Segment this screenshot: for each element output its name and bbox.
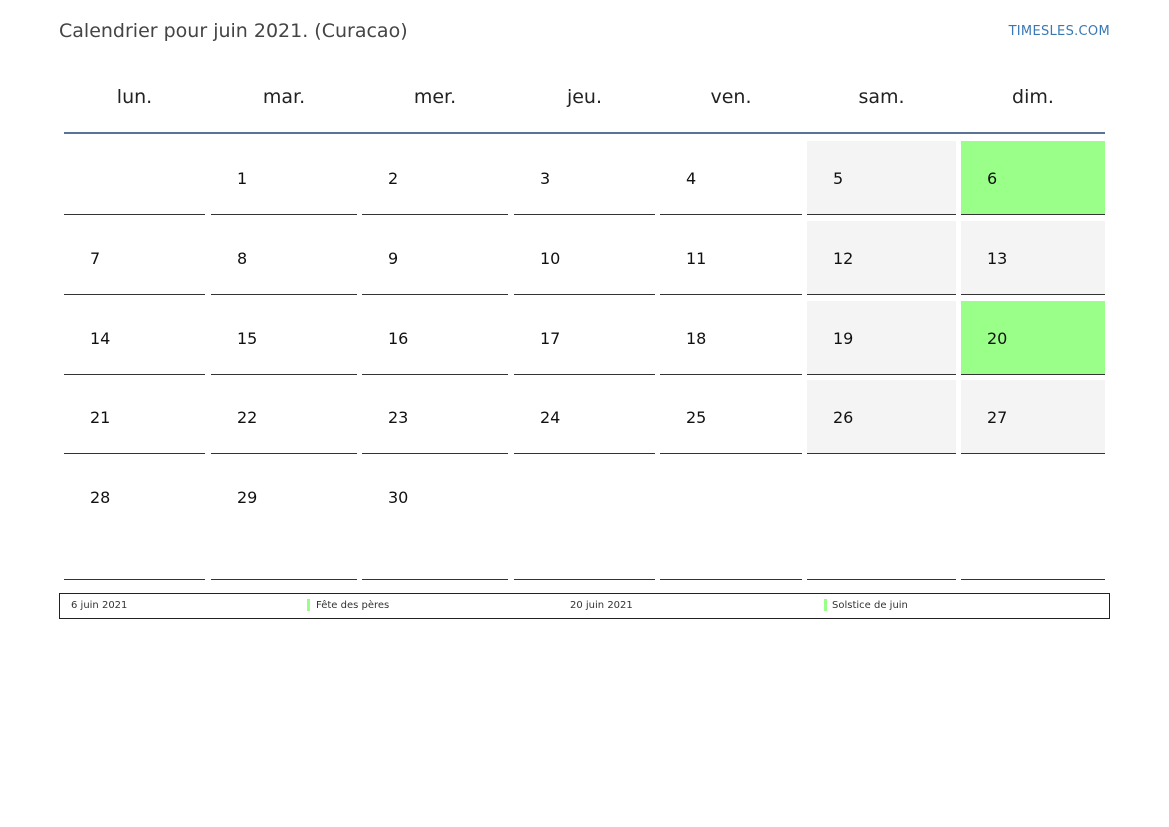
day-cell[interactable]: 30 — [362, 460, 508, 580]
day-number: 10 — [540, 249, 561, 268]
weekday-label: dim. — [1012, 86, 1054, 108]
day-cell[interactable]: 16 — [362, 301, 508, 375]
day-number: 14 — [90, 329, 111, 348]
day-number: 17 — [540, 329, 561, 348]
day-cell[interactable]: 13 — [961, 221, 1105, 295]
day-cell[interactable]: 8 — [211, 221, 357, 295]
day-number: 25 — [686, 408, 707, 427]
day-number: 23 — [388, 408, 409, 427]
day-number: 26 — [833, 408, 854, 427]
weekday-header: lun. mar. mer. jeu. ven. sam. dim. — [64, 64, 1105, 134]
day-number: 15 — [237, 329, 258, 348]
weekday-label: lun. — [116, 86, 153, 108]
holiday-legend: 6 juin 2021 Fête des pères 20 juin 2021 Sol… — [59, 593, 1110, 619]
day-number: 11 — [686, 249, 707, 268]
legend-color-marker — [307, 599, 310, 611]
day-number: 21 — [90, 408, 111, 427]
legend-color-marker — [824, 599, 827, 611]
day-cell[interactable]: 25 — [660, 380, 802, 454]
day-cell[interactable]: 19 — [807, 301, 956, 375]
day-number: 5 — [833, 169, 844, 188]
day-number: 16 — [388, 329, 409, 348]
empty-day-cell — [514, 460, 655, 580]
day-cell[interactable]: 27 — [961, 380, 1105, 454]
day-number: 9 — [388, 249, 399, 268]
empty-day-cell — [807, 460, 956, 580]
day-cell[interactable]: 20 — [961, 301, 1105, 375]
day-number: 4 — [686, 169, 697, 188]
day-cell[interactable]: 10 — [514, 221, 655, 295]
day-number: 29 — [237, 488, 258, 507]
day-number: 27 — [987, 408, 1008, 427]
day-cell[interactable]: 17 — [514, 301, 655, 375]
day-cell[interactable]: 29 — [211, 460, 357, 580]
day-number: 24 — [540, 408, 561, 427]
day-number: 6 — [987, 169, 998, 188]
day-number: 28 — [90, 488, 111, 507]
day-cell[interactable]: 24 — [514, 380, 655, 454]
day-number: 2 — [388, 169, 399, 188]
day-cell[interactable]: 7 — [64, 221, 205, 295]
empty-day-cell — [961, 460, 1105, 580]
day-cell[interactable]: 15 — [211, 301, 357, 375]
legend-holiday-name: Solstice de juin — [832, 600, 908, 611]
day-number: 12 — [833, 249, 854, 268]
page-title: Calendrier pour juin 2021. (Curacao) — [59, 20, 408, 42]
day-cell[interactable]: 21 — [64, 380, 205, 454]
day-number: 18 — [686, 329, 707, 348]
day-cell[interactable]: 3 — [514, 141, 655, 215]
day-cell[interactable]: 12 — [807, 221, 956, 295]
day-cell[interactable]: 23 — [362, 380, 508, 454]
legend-date: 20 juin 2021 — [570, 600, 633, 611]
day-number: 7 — [90, 249, 101, 268]
weekday-label: jeu. — [566, 86, 603, 108]
day-cell[interactable]: 11 — [660, 221, 802, 295]
legend-holiday-name: Fête des pères — [316, 600, 390, 611]
empty-day-cell — [64, 141, 205, 215]
day-cell[interactable]: 6 — [961, 141, 1105, 215]
day-number: 19 — [833, 329, 854, 348]
day-number: 30 — [388, 488, 409, 507]
day-cell[interactable]: 1 — [211, 141, 357, 215]
day-number: 1 — [237, 169, 248, 188]
weekday-label: ven. — [710, 86, 752, 108]
day-number: 20 — [987, 329, 1008, 348]
day-cell[interactable]: 18 — [660, 301, 802, 375]
weekday-label: mar. — [262, 86, 306, 108]
day-cell[interactable]: 28 — [64, 460, 205, 580]
day-cell[interactable]: 4 — [660, 141, 802, 215]
day-number: 8 — [237, 249, 248, 268]
weekday-label: sam. — [858, 86, 905, 108]
day-cell[interactable]: 26 — [807, 380, 956, 454]
day-cell[interactable]: 9 — [362, 221, 508, 295]
day-cell[interactable]: 22 — [211, 380, 357, 454]
day-cell[interactable]: 2 — [362, 141, 508, 215]
brand-link[interactable]: TIMESLES.COM — [1009, 24, 1110, 39]
day-number: 3 — [540, 169, 551, 188]
day-cell[interactable]: 5 — [807, 141, 956, 215]
empty-day-cell — [660, 460, 802, 580]
weekday-label: mer. — [413, 86, 457, 108]
day-number: 13 — [987, 249, 1008, 268]
legend-date: 6 juin 2021 — [71, 600, 128, 611]
day-cell[interactable]: 14 — [64, 301, 205, 375]
calendar: lun. mar. mer. jeu. ven. sam. dim. 1 2 3 4 5 6 7 8 9 10… — [64, 64, 1105, 580]
calendar-grid: 1 2 3 4 5 6 7 8 9 10 11 12 13 14 15 16 17 18 19 20 21 22 23 24 2… — [64, 134, 1105, 580]
day-number: 22 — [237, 408, 258, 427]
